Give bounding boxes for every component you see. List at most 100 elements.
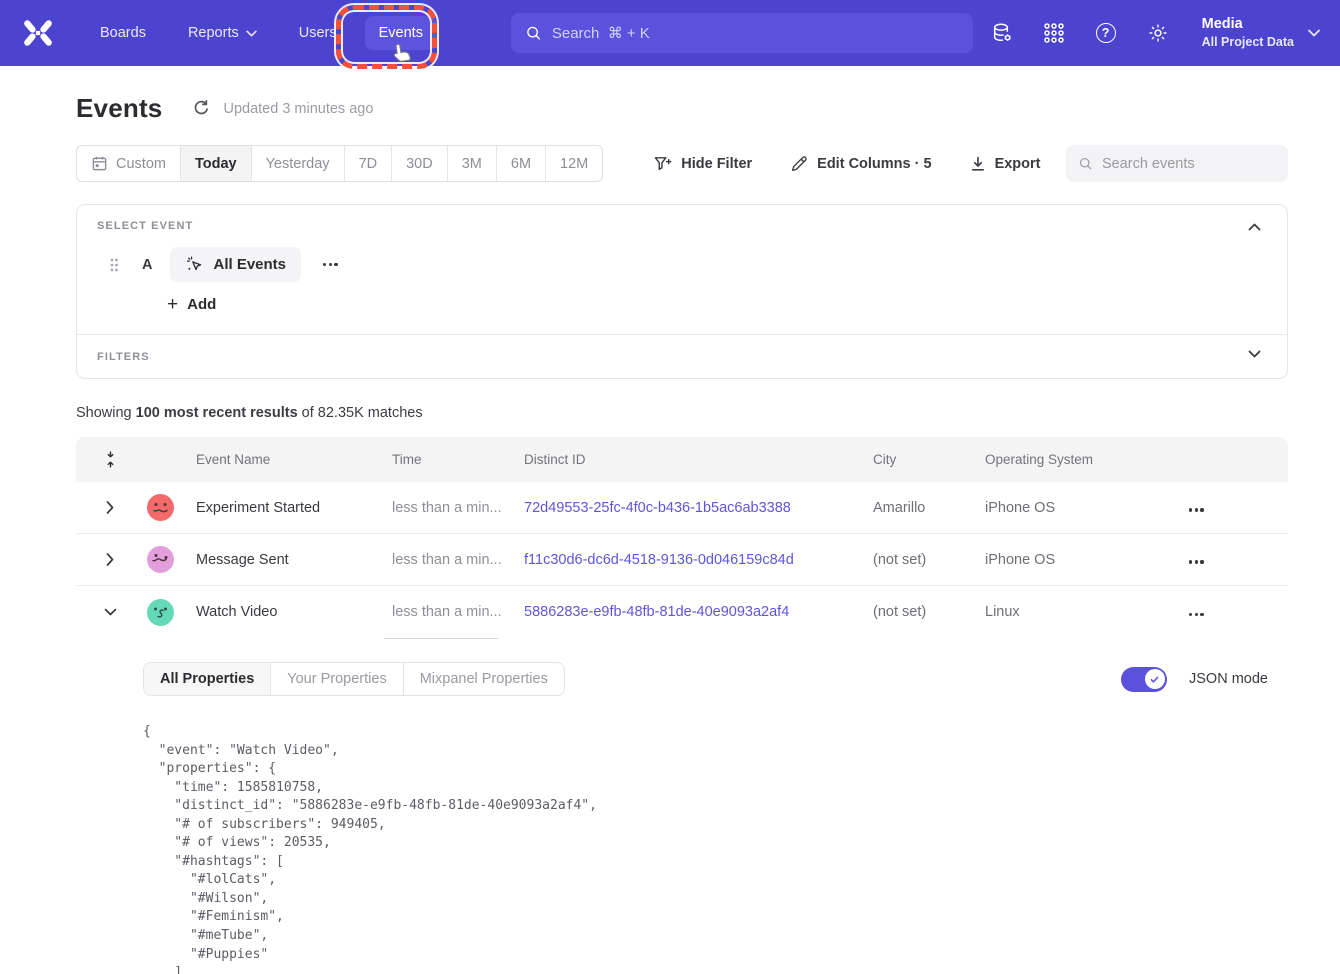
row-more-options-button[interactable] <box>1189 560 1204 563</box>
cell-time: less than a min... <box>384 500 516 516</box>
chevron-right-icon <box>106 553 114 566</box>
nav-item-reports[interactable]: Reports <box>174 16 271 50</box>
apps-grid-icon[interactable] <box>1042 21 1066 45</box>
nav-item-label: Boards <box>100 25 146 41</box>
json-mode-label: JSON mode <box>1189 671 1268 687</box>
export-label: Export <box>995 156 1041 172</box>
global-search-bar[interactable] <box>511 13 973 53</box>
events-search-input[interactable] <box>1102 156 1276 172</box>
json-mode-toggle[interactable] <box>1121 667 1167 692</box>
help-icon[interactable]: ? <box>1094 21 1118 45</box>
range-button-custom[interactable]: Custom <box>77 146 180 181</box>
chevron-down-icon <box>246 30 257 37</box>
table-row-expanded: Watch Video less than a min... 5886283e-… <box>76 586 1288 638</box>
cell-distinct-id-link[interactable]: 72d49553-25fc-4f0c-b436-1b5ac6ab3388 <box>516 500 865 516</box>
range-button-30d[interactable]: 30D <box>391 146 447 181</box>
selected-event-label: All Events <box>213 256 286 273</box>
data-management-icon[interactable] <box>990 21 1014 45</box>
edit-columns-button[interactable]: Edit Columns · 5 <box>790 155 931 173</box>
nav-item-users[interactable]: Users <box>285 16 351 50</box>
range-label: 7D <box>359 156 378 172</box>
column-header-time[interactable]: Time <box>384 452 516 467</box>
row-more-options-button[interactable] <box>1189 613 1204 616</box>
table-row: Experiment Started less than a min... 72… <box>76 482 1288 534</box>
event-more-options-button[interactable] <box>317 257 344 272</box>
calendar-icon <box>91 155 108 172</box>
range-label: 30D <box>406 156 433 172</box>
project-switcher[interactable]: Media All Project Data <box>1202 15 1320 51</box>
range-label: 3M <box>462 156 482 172</box>
range-label: Yesterday <box>266 156 330 172</box>
column-header-city[interactable]: City <box>865 452 977 467</box>
date-range-group: Custom Today Yesterday 7D 30D 3M 6M 12M <box>76 145 603 182</box>
page-header: Events Updated 3 minutes ago <box>76 93 1288 124</box>
tab-all-properties[interactable]: All Properties <box>144 663 270 695</box>
tab-label: Your Properties <box>287 671 386 687</box>
expand-filters-button[interactable] <box>1244 346 1265 362</box>
cell-time: less than a min... <box>384 552 516 568</box>
refresh-button[interactable] <box>192 99 211 118</box>
cell-event-name: Experiment Started <box>188 500 384 516</box>
add-event-button[interactable]: + Add <box>167 295 216 314</box>
mixpanel-logo-icon[interactable] <box>20 15 56 51</box>
global-search-input[interactable] <box>552 25 959 42</box>
range-button-yesterday[interactable]: Yesterday <box>251 146 344 181</box>
column-header-os[interactable]: Operating System <box>977 452 1167 467</box>
download-icon <box>970 156 986 172</box>
range-button-6m[interactable]: 6M <box>496 146 545 181</box>
events-search-bar[interactable] <box>1066 145 1288 182</box>
event-avatar <box>147 599 174 626</box>
event-selector-pill[interactable]: All Events <box>170 247 301 282</box>
hide-filter-label: Hide Filter <box>681 156 752 172</box>
nav-item-label: Users <box>299 25 337 41</box>
tab-mixpanel-properties[interactable]: Mixpanel Properties <box>403 663 564 695</box>
collapse-all-rows-button[interactable] <box>88 450 132 469</box>
collapse-select-event-button[interactable] <box>1244 219 1265 235</box>
filters-section[interactable]: FILTERS <box>77 334 1287 378</box>
range-button-3m[interactable]: 3M <box>447 146 496 181</box>
search-icon <box>525 24 542 42</box>
range-button-today[interactable]: Today <box>180 146 251 181</box>
column-header-event-name[interactable]: Event Name <box>188 452 384 467</box>
column-resize-indicator <box>384 638 498 639</box>
events-table: Event Name Time Distinct ID City Operati… <box>76 437 1288 974</box>
cell-city: Amarillo <box>865 500 977 516</box>
project-scope: All Project Data <box>1202 34 1294 51</box>
column-header-distinct-id[interactable]: Distinct ID <box>516 452 865 467</box>
event-row-letter: A <box>142 257 152 273</box>
cell-os: iPhone OS <box>977 500 1167 516</box>
summary-prefix: Showing <box>76 405 136 421</box>
cell-distinct-id-link[interactable]: f11c30d6-dc6d-4518-9136-0d046159c84d <box>516 552 865 568</box>
range-label: 6M <box>511 156 531 172</box>
export-button[interactable]: Export <box>970 156 1041 172</box>
range-button-7d[interactable]: 7D <box>344 146 392 181</box>
row-expand-button[interactable] <box>88 553 132 566</box>
range-button-12m[interactable]: 12M <box>545 146 602 181</box>
row-collapse-button[interactable] <box>88 608 132 616</box>
event-avatar <box>147 494 174 521</box>
drag-handle-icon[interactable] <box>109 257 119 273</box>
hide-filter-button[interactable]: Hide Filter <box>653 155 752 173</box>
summary-suffix: of 82.35K matches <box>298 405 423 421</box>
cell-city: (not set) <box>865 552 977 568</box>
cell-distinct-id-link[interactable]: 5886283e-e9fb-48fb-81de-40e9093a2af4 <box>516 604 865 620</box>
chevron-down-icon <box>104 608 117 616</box>
tab-your-properties[interactable]: Your Properties <box>270 663 402 695</box>
row-more-options-button[interactable] <box>1189 508 1204 511</box>
event-json-view: { "event": "Watch Video", "properties": … <box>143 723 1268 974</box>
range-label: Today <box>195 156 237 172</box>
pencil-icon <box>790 155 808 173</box>
cell-event-name: Watch Video <box>188 604 384 620</box>
page-title: Events <box>76 93 162 124</box>
properties-tab-group: All Properties Your Properties Mixpanel … <box>143 662 565 696</box>
filter-icon <box>653 155 672 173</box>
summary-count: 100 most recent results <box>136 405 298 421</box>
last-updated-text: Updated 3 minutes ago <box>223 101 373 117</box>
search-icon <box>1078 155 1093 172</box>
settings-gear-icon[interactable] <box>1146 21 1170 45</box>
nav-item-boards[interactable]: Boards <box>86 16 160 50</box>
results-summary: Showing 100 most recent results of 82.35… <box>76 405 1288 421</box>
edit-columns-label: Edit Columns · 5 <box>817 156 931 172</box>
help-glyph: ? <box>1102 26 1110 40</box>
row-expand-button[interactable] <box>88 501 132 514</box>
